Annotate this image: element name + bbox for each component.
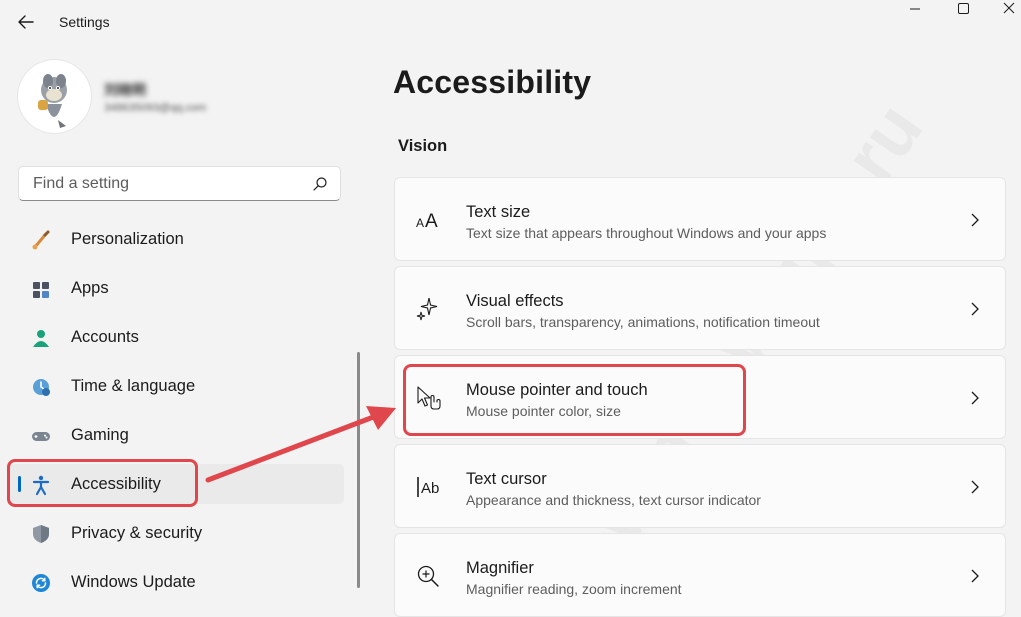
user-name: 刘晓明	[104, 82, 146, 98]
magnifier-icon	[417, 565, 439, 587]
person-icon	[33, 330, 49, 347]
sidebar-item-apps[interactable]: Apps	[8, 268, 344, 308]
sidebar-item-label: Privacy & security	[71, 524, 203, 542]
sidebar-item-gaming[interactable]: Gaming	[8, 415, 344, 455]
card-title: Magnifier	[466, 559, 534, 577]
sidebar-scrollbar[interactable]	[357, 352, 360, 588]
card-text-cursor[interactable]: Ab Text cursor Appearance and thickness,…	[394, 444, 1006, 528]
avatar-cartoon-cat-icon	[38, 74, 67, 128]
maximize-button[interactable]	[940, 0, 986, 20]
sidebar-item-label: Windows Update	[71, 573, 196, 591]
sidebar-item-accessibility[interactable]: Accessibility	[8, 464, 344, 504]
minimize-icon	[910, 8, 920, 10]
chevron-right-icon	[971, 213, 979, 227]
card-title: Mouse pointer and touch	[466, 381, 648, 399]
accessibility-icon	[32, 475, 50, 496]
sparkle-icon	[416, 297, 438, 321]
chevron-right-icon	[971, 302, 979, 316]
title-bar: Settings	[0, 0, 1021, 44]
card-subtitle: Mouse pointer color, size	[466, 403, 621, 419]
sidebar-item-accounts[interactable]: Accounts	[8, 317, 344, 357]
text-size-icon: A A	[416, 211, 438, 232]
back-button[interactable]	[14, 10, 40, 34]
svg-text:Ab: Ab	[421, 480, 439, 497]
avatar[interactable]	[18, 60, 91, 133]
card-subtitle: Appearance and thickness, text cursor in…	[466, 492, 761, 508]
search-icon[interactable]	[312, 176, 328, 192]
sidebar-item-label: Personalization	[71, 230, 184, 248]
apps-icon	[33, 282, 49, 298]
close-button[interactable]	[986, 0, 1021, 20]
card-visual-effects[interactable]: Visual effects Scroll bars, transparency…	[394, 266, 1006, 350]
pointer-touch-icon	[417, 386, 441, 410]
sidebar-item-time-language[interactable]: Time & language	[8, 366, 344, 406]
sidebar-item-label: Gaming	[71, 426, 129, 444]
text-cursor-icon: Ab	[417, 477, 439, 497]
chevron-right-icon	[971, 480, 979, 494]
sidebar-item-privacy-security[interactable]: Privacy & security	[8, 513, 344, 553]
app-title: Settings	[59, 14, 110, 30]
close-icon	[1003, 2, 1015, 14]
card-title: Text size	[466, 203, 531, 221]
brush-icon	[32, 230, 50, 250]
sidebar-item-windows-update[interactable]: Windows Update	[8, 562, 344, 602]
card-subtitle: Scroll bars, transparency, animations, n…	[466, 314, 820, 330]
shield-icon	[33, 525, 49, 543]
update-icon	[32, 574, 50, 592]
user-email: 348635093@qq.com	[104, 102, 207, 114]
clock-globe-icon	[33, 379, 50, 396]
chevron-right-icon	[971, 569, 979, 583]
card-subtitle: Magnifier reading, zoom increment	[466, 581, 682, 597]
sidebar-item-label: Accounts	[71, 328, 139, 346]
card-magnifier[interactable]: Magnifier Magnifier reading, zoom increm…	[394, 533, 1006, 617]
sidebar-item-label: Apps	[71, 279, 109, 297]
card-title: Text cursor	[466, 470, 547, 488]
svg-text:A: A	[425, 211, 438, 232]
back-arrow-icon	[18, 15, 34, 29]
maximize-icon	[958, 3, 969, 14]
card-text-size[interactable]: A A Text size Text size that appears thr…	[394, 177, 1006, 261]
search-input[interactable]	[31, 172, 305, 196]
card-subtitle: Text size that appears throughout Window…	[466, 225, 827, 241]
search-box[interactable]	[18, 166, 341, 201]
minimize-button[interactable]	[892, 0, 938, 20]
sidebar-item-personalization[interactable]: Personalization	[8, 219, 344, 259]
selected-indicator	[18, 476, 21, 492]
sidebar-item-label: Accessibility	[71, 475, 161, 493]
section-title: Vision	[398, 137, 448, 155]
page-title: Accessibility	[393, 64, 592, 100]
chevron-right-icon	[971, 391, 979, 405]
card-mouse-pointer-touch[interactable]: Mouse pointer and touch Mouse pointer co…	[394, 355, 1006, 439]
card-title: Visual effects	[466, 292, 564, 310]
svg-text:A: A	[416, 216, 424, 230]
gamepad-icon	[32, 432, 50, 441]
sidebar-item-label: Time & language	[71, 377, 196, 395]
